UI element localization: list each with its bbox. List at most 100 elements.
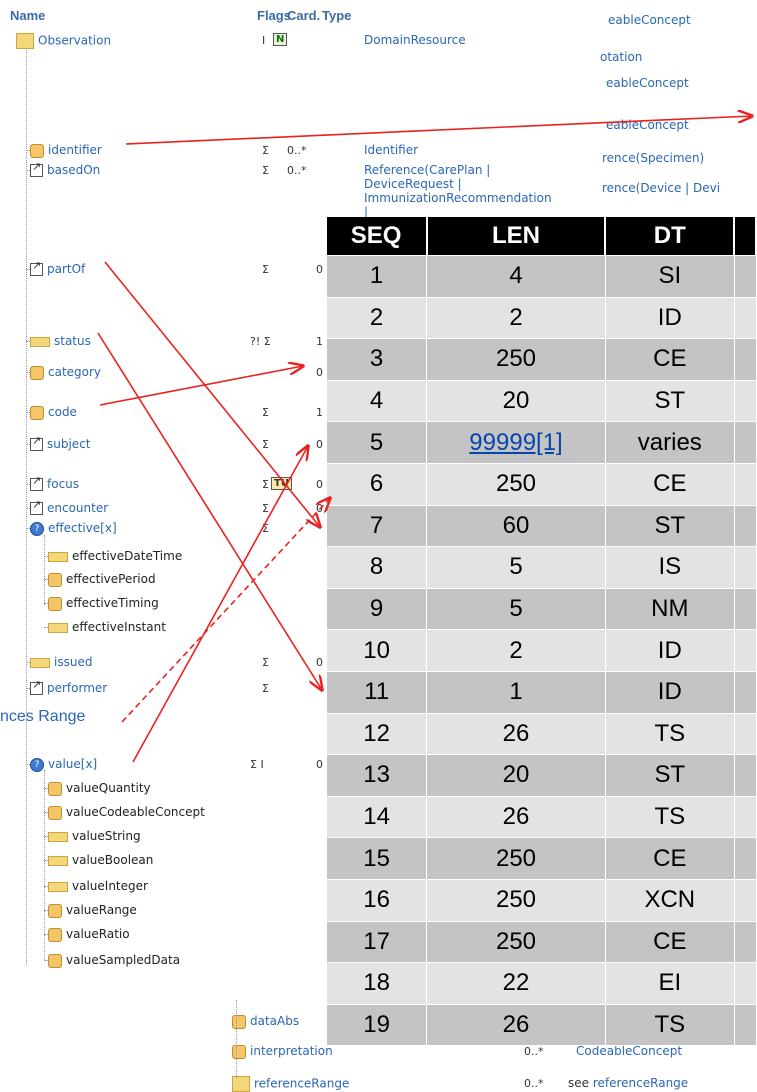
- element-encounter[interactable]: encounter: [30, 498, 109, 515]
- cell-seq: 11: [325, 670, 428, 714]
- element-valueCodeableConcept[interactable]: valueCodeableConcept: [48, 805, 205, 820]
- element-effectivePeriod[interactable]: effectivePeriod: [48, 572, 156, 587]
- element-basedOn[interactable]: basedOn: [30, 160, 100, 177]
- element-effective[interactable]: ? effective[x]: [30, 521, 117, 536]
- element-dataAbs[interactable]: dataAbs: [232, 1014, 299, 1029]
- cell-dt: ST: [604, 754, 735, 797]
- cell-seq: 13: [325, 754, 428, 797]
- cell-opt: [733, 712, 757, 756]
- cell-len[interactable]: 99999[1]: [426, 421, 606, 464]
- element-name: interpretation: [250, 1044, 333, 1058]
- cell-opt: [733, 379, 757, 423]
- cell-opt: [733, 421, 757, 464]
- cell-seq: 15: [325, 837, 428, 880]
- cell-opt: [733, 255, 757, 298]
- element-name: referenceRange: [254, 1076, 350, 1091]
- element-name: effectivePeriod: [66, 572, 156, 586]
- cell-len: 1: [426, 670, 606, 714]
- element-cardinality: 0..*: [287, 144, 307, 157]
- table-row: 7 60 ST: [325, 504, 757, 548]
- element-focus[interactable]: focus: [30, 474, 79, 491]
- resource-icon: [16, 33, 34, 49]
- element-valueString[interactable]: valueString: [48, 829, 141, 843]
- element-issued[interactable]: issued: [30, 655, 92, 669]
- element-flags: Σ: [262, 438, 269, 451]
- element-flags: ?! Σ: [250, 335, 271, 348]
- element-name: value[x]: [48, 757, 98, 771]
- element-name: dataAbs: [250, 1014, 300, 1028]
- datatype-icon: [48, 927, 62, 942]
- element-name: valueBoolean: [72, 853, 154, 867]
- element-cardinality: 0..*: [524, 1045, 544, 1058]
- datatype-icon: [48, 781, 62, 796]
- element-effectiveDateTime[interactable]: effectiveDateTime: [48, 549, 182, 563]
- primitive-icon: [48, 622, 68, 633]
- cell-seq: 9: [325, 587, 428, 631]
- element-effectiveInstant[interactable]: effectiveInstant: [48, 620, 166, 634]
- cell-len: 4: [426, 255, 606, 298]
- cell-len: 26: [426, 795, 606, 839]
- table-row: 12 26 TS: [325, 712, 757, 756]
- element-valueBoolean[interactable]: valueBoolean: [48, 853, 153, 867]
- arrow-status: [97, 332, 322, 690]
- element-valueQuantity[interactable]: valueQuantity: [48, 781, 151, 796]
- cell-dt: CE: [604, 462, 735, 506]
- cell-len: 60: [426, 504, 606, 548]
- element-interpretation[interactable]: interpretation: [232, 1044, 333, 1059]
- element-effectiveTiming[interactable]: effectiveTiming: [48, 596, 159, 611]
- element-name: identifier: [48, 143, 102, 157]
- element-flags: Σ: [262, 263, 269, 276]
- datatype-icon: [30, 405, 44, 420]
- element-category[interactable]: category: [30, 365, 101, 380]
- table-row: 1 4 SI: [325, 255, 757, 298]
- element-flags: Σ: [262, 406, 269, 419]
- cell-opt: [733, 670, 757, 714]
- column-header-card: Card.: [287, 8, 321, 23]
- cell-opt: [733, 920, 757, 964]
- cell-len: 5: [426, 546, 606, 589]
- cell-len: 20: [426, 754, 606, 797]
- element-cardinality: 0: [316, 656, 323, 669]
- element-flags: Σ: [262, 164, 269, 177]
- reference-icon: [30, 434, 43, 451]
- element-observation[interactable]: Observation: [16, 33, 111, 49]
- element-cardinality: 0: [316, 438, 323, 451]
- element-partOf[interactable]: partOf: [30, 259, 85, 276]
- element-name: code: [48, 405, 77, 419]
- element-name: status: [54, 334, 91, 348]
- element-flags: Σ: [262, 478, 269, 491]
- table-row: 14 26 TS: [325, 795, 757, 839]
- datatype-icon: [48, 953, 62, 968]
- element-value[interactable]: ? value[x]: [30, 757, 97, 772]
- element-flags: Σ: [262, 656, 269, 669]
- table-row: 18 22 EI: [325, 962, 757, 1005]
- element-flags: Σ: [262, 522, 269, 535]
- element-valueRange[interactable]: valueRange: [48, 903, 137, 918]
- element-flags: Σ: [262, 682, 269, 695]
- element-referenceRange[interactable]: referenceRange: [232, 1076, 349, 1092]
- element-code[interactable]: code: [30, 405, 77, 420]
- element-cardinality: 0: [316, 366, 323, 379]
- element-identifier[interactable]: identifier: [30, 143, 102, 158]
- primitive-icon: [48, 831, 68, 842]
- element-status[interactable]: status: [30, 334, 91, 348]
- choice-icon: ?: [30, 521, 44, 536]
- cell-dt: NM: [604, 587, 735, 631]
- element-valueSampledData[interactable]: valueSampledData: [48, 953, 180, 968]
- cell-len: 250: [426, 462, 606, 506]
- element-name: encounter: [47, 501, 109, 515]
- reference-range-annotation: nces Range: [0, 708, 86, 725]
- cell-dt: ST: [604, 379, 735, 423]
- table-header-row: SEQ LEN DT: [326, 217, 757, 256]
- reference-icon: [30, 678, 43, 695]
- cell-dt: CE: [604, 920, 735, 964]
- element-valueRatio[interactable]: valueRatio: [48, 927, 130, 942]
- cell-dt: TS: [604, 795, 735, 839]
- type-fragment: otation: [600, 50, 643, 64]
- element-performer[interactable]: performer: [30, 678, 107, 695]
- cell-opt: [733, 296, 757, 340]
- reference-icon: [30, 259, 43, 276]
- element-subject[interactable]: subject: [30, 434, 91, 451]
- element-cardinality: 0: [316, 502, 323, 515]
- element-valueInteger[interactable]: valueInteger: [48, 879, 148, 893]
